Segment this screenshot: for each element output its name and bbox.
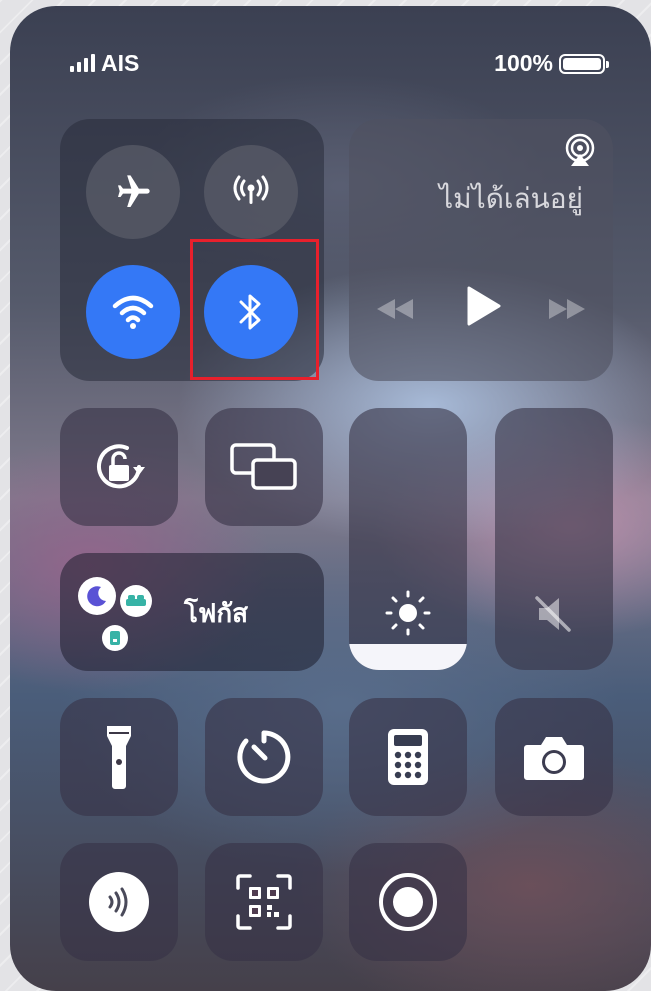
focus-button[interactable]: โฟกัส (60, 553, 324, 671)
brightness-slider[interactable] (349, 408, 467, 670)
rotation-lock-button[interactable] (60, 408, 178, 526)
camera-button[interactable] (495, 698, 613, 816)
qr-code-scanner-icon (236, 874, 292, 930)
focus-label: โฟกัส (184, 599, 248, 629)
airplay-icon[interactable] (563, 133, 597, 167)
carrier-info: AIS (70, 50, 139, 77)
volume-slider[interactable] (495, 408, 613, 670)
nfc-reader-button[interactable] (60, 843, 178, 961)
fast-forward-icon[interactable] (547, 297, 587, 321)
screen-record-button[interactable] (349, 843, 467, 961)
screen-mirroring-button[interactable] (205, 408, 323, 526)
now-playing-panel[interactable]: ไม่ได้เล่นอยู่ (349, 119, 613, 381)
timer-icon (237, 730, 291, 784)
calculator-button[interactable] (349, 698, 467, 816)
flashlight-button[interactable] (60, 698, 178, 816)
camera-icon (524, 737, 584, 780)
screen-mirroring-icon (230, 443, 297, 490)
control-center: AIS 100% ไม่ได้เล่นอยู่ โฟกัส (10, 6, 651, 991)
status-bar: AIS 100% (10, 50, 651, 84)
work-badge-icon (102, 625, 128, 651)
focus-icons (78, 577, 162, 653)
moon-icon (78, 577, 116, 615)
carrier-name: AIS (101, 50, 140, 76)
flashlight-icon (107, 726, 131, 789)
wifi-button[interactable] (86, 265, 180, 359)
bed-icon (120, 585, 152, 617)
rewind-icon[interactable] (375, 297, 415, 321)
wifi-icon (112, 295, 154, 329)
play-icon[interactable] (465, 285, 503, 327)
brightness-level (349, 643, 467, 670)
now-playing-status: ไม่ได้เล่นอยู่ (439, 182, 583, 215)
sun-icon (385, 590, 431, 636)
signal-strength-icon (70, 54, 95, 72)
rotation-lock-icon (97, 444, 145, 489)
cellular-data-button[interactable] (204, 145, 298, 239)
timer-button[interactable] (205, 698, 323, 816)
cellular-antenna-icon (233, 175, 269, 204)
calculator-icon (388, 729, 428, 785)
qr-code-scanner-button[interactable] (205, 843, 323, 961)
bluetooth-highlight-box (190, 239, 319, 380)
speaker-muted-icon (535, 596, 571, 632)
nfc-icon (89, 872, 149, 932)
screen-record-icon (379, 873, 437, 931)
battery-percent: 100% (494, 50, 553, 76)
battery-status: 100% (494, 50, 609, 77)
airplane-icon (118, 175, 150, 207)
airplane-mode-button[interactable] (86, 145, 180, 239)
battery-icon (559, 53, 609, 74)
